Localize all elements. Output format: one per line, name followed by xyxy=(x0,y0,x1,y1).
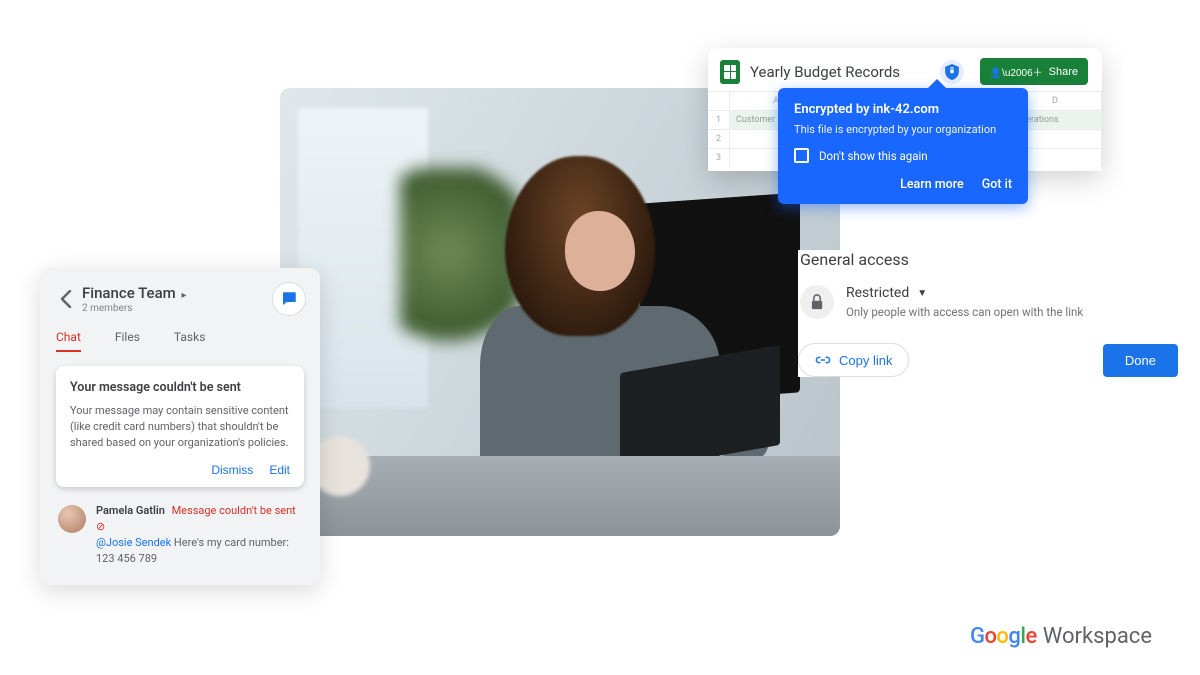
tooltip-checkbox-label: Don't show this again xyxy=(819,149,928,163)
inline-warning: Message couldn't be sent xyxy=(172,504,296,517)
chat-room-name-text: Finance Team xyxy=(82,284,176,302)
share-button-label: Share xyxy=(1049,66,1078,78)
chat-room-name[interactable]: Finance Team ▸ xyxy=(82,284,272,302)
tooltip-subtitle: This file is encrypted by your organizat… xyxy=(794,123,1012,136)
edit-button[interactable]: Edit xyxy=(269,463,290,477)
done-button[interactable]: Done xyxy=(1103,344,1178,377)
avatar xyxy=(58,505,86,533)
share-panel: General access Restricted ▼ Only people … xyxy=(798,250,1178,377)
chat-members-count: 2 members xyxy=(82,303,272,314)
person-plus-icon: 👤\u2006＋ xyxy=(990,64,1043,79)
tooltip-title: Encrypted by ink-42.com xyxy=(794,102,1012,117)
access-mode-select[interactable]: Restricted ▼ xyxy=(846,285,1176,301)
share-button[interactable]: 👤\u2006＋ Share xyxy=(980,58,1088,85)
row-number[interactable]: 2 xyxy=(708,130,730,148)
google-logo: Google xyxy=(970,624,1037,649)
checkbox-icon[interactable] xyxy=(794,148,809,163)
row-number[interactable]: 1 xyxy=(708,111,730,129)
message-author: Pamela Gatlin xyxy=(96,504,165,517)
share-heading: General access xyxy=(800,250,1178,269)
learn-more-link[interactable]: Learn more xyxy=(900,177,964,192)
sheets-app-icon xyxy=(720,60,740,84)
tab-files[interactable]: Files xyxy=(115,330,140,352)
dlp-warning-body: Your message may contain sensitive conte… xyxy=(70,403,290,451)
sheet-title[interactable]: Yearly Budget Records xyxy=(750,63,930,81)
mention[interactable]: @Josie Sendek xyxy=(96,536,171,549)
footer-brand: Google Workspace xyxy=(970,624,1152,649)
back-icon[interactable] xyxy=(54,286,78,312)
caret-down-icon: ▼ xyxy=(917,288,927,299)
chat-message: Pamela Gatlin Message couldn't be sent ⊘… xyxy=(58,503,302,567)
chevron-right-icon: ▸ xyxy=(181,290,186,301)
dlp-warning-card: Your message couldn't be sent Your messa… xyxy=(56,366,304,487)
chat-tabs: Chat Files Tasks xyxy=(56,330,304,352)
got-it-button[interactable]: Got it xyxy=(982,177,1012,192)
tab-chat[interactable]: Chat xyxy=(56,330,81,352)
encryption-tooltip: Encrypted by ink-42.com This file is enc… xyxy=(778,88,1028,204)
sheets-card: Yearly Budget Records 👤\u2006＋ Share A B… xyxy=(708,48,1102,171)
copy-link-label: Copy link xyxy=(839,353,892,368)
access-description: Only people with access can open with th… xyxy=(846,305,1176,319)
tooltip-checkbox-row[interactable]: Don't show this again xyxy=(794,148,1012,163)
lock-icon xyxy=(800,285,834,319)
access-mode-label: Restricted xyxy=(846,285,909,301)
link-icon xyxy=(815,352,831,368)
warning-icon: ⊘ xyxy=(96,520,105,533)
dismiss-button[interactable]: Dismiss xyxy=(211,463,253,477)
copy-link-button[interactable]: Copy link xyxy=(798,343,909,377)
dlp-warning-title: Your message couldn't be sent xyxy=(70,380,290,395)
tab-tasks[interactable]: Tasks xyxy=(174,330,206,352)
row-number[interactable]: 3 xyxy=(708,149,730,167)
product-name: Workspace xyxy=(1043,624,1152,649)
chat-card: Finance Team ▸ 2 members Chat Files Task… xyxy=(40,268,320,585)
chat-icon[interactable] xyxy=(272,282,306,316)
